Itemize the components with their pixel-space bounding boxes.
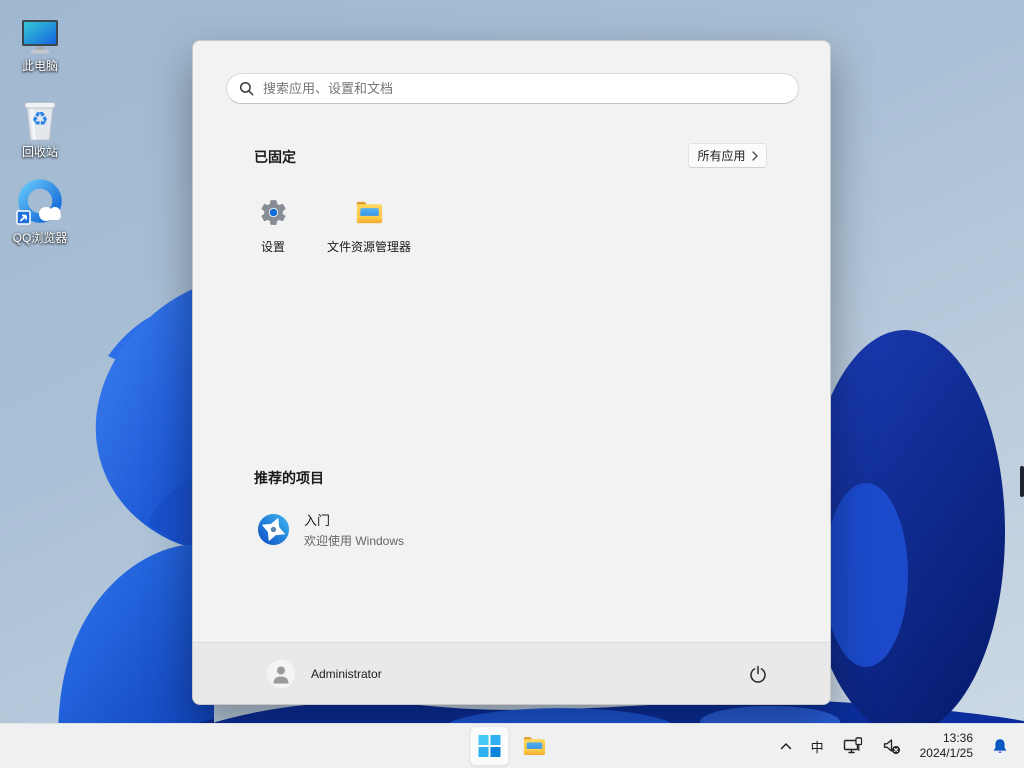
qq-browser-icon	[15, 179, 65, 228]
desktop-icon-this-pc[interactable]: 此电脑	[4, 8, 76, 73]
recommended-item-get-started[interactable]: 入门 欢迎使用 Windows	[241, 503, 541, 555]
chevron-right-icon	[751, 150, 758, 161]
recommended-item-title: 入门	[304, 512, 331, 528]
settings-gear-icon	[260, 200, 286, 225]
hidden-icons-button[interactable]	[777, 739, 795, 753]
windows-logo-icon	[478, 735, 501, 757]
notification-bell-icon	[993, 738, 1007, 753]
speaker-muted-icon	[883, 739, 900, 754]
desktop-icon-qq-browser[interactable]: QQ浏览器	[4, 179, 76, 246]
volume-muted-button[interactable]	[879, 734, 904, 758]
desktop-icon-label: QQ浏览器	[12, 231, 68, 246]
desktop-icon-recycle-bin[interactable]: ♻ 回收站	[4, 94, 76, 159]
recommended-section-header: 推荐的项目	[254, 470, 324, 486]
ime-indicator[interactable]: 中	[808, 734, 827, 759]
start-menu-footer: Administrator	[193, 642, 830, 704]
taskbar: 中 13:36 2024/1/25	[0, 723, 1024, 768]
start-menu: 已固定 所有应用 设置 文件资源管理器 推荐的项目	[192, 40, 831, 705]
file-explorer-icon	[523, 737, 546, 755]
recommended-item-subtitle: 欢迎使用 Windows	[304, 533, 405, 548]
taskbar-center	[469, 724, 555, 768]
ime-label: 中	[810, 739, 824, 755]
pinned-app-file-explorer[interactable]: 文件资源管理器	[321, 188, 417, 274]
desktop-icon-list: 此电脑 ♻ 回收站 QQ浏览器	[4, 8, 76, 267]
right-edge-scrollbar-thumb[interactable]	[1020, 466, 1024, 497]
pinned-app-label: 设置	[260, 240, 285, 254]
get-started-icon	[257, 513, 290, 545]
pinned-section-header: 已固定	[254, 149, 296, 165]
user-avatar	[267, 659, 295, 688]
search-icon	[239, 81, 254, 96]
this-pc-icon	[19, 8, 61, 56]
recycle-bin-icon: ♻	[20, 94, 60, 142]
pinned-app-settings[interactable]: 设置	[225, 188, 321, 274]
system-tray: 中 13:36 2024/1/25	[777, 724, 1024, 768]
all-apps-button[interactable]: 所有应用	[688, 143, 767, 168]
search-box[interactable]	[226, 73, 799, 104]
desktop-icon-label: 回收站	[21, 145, 58, 160]
power-icon	[750, 665, 766, 683]
wired-network-icon	[843, 737, 862, 754]
search-input[interactable]	[263, 81, 786, 96]
pinned-apps-grid: 设置 文件资源管理器	[225, 188, 417, 274]
desktop-icon-label: 此电脑	[21, 59, 58, 73]
taskbar-file-explorer-button[interactable]	[515, 726, 555, 766]
file-explorer-icon	[356, 201, 382, 224]
notifications-button[interactable]	[989, 735, 1011, 758]
network-status-button[interactable]	[840, 734, 866, 758]
clock[interactable]: 13:36 2024/1/25	[917, 728, 976, 764]
username-label: Administrator	[311, 666, 382, 681]
pinned-app-label: 文件资源管理器	[326, 240, 411, 254]
start-button[interactable]	[469, 726, 510, 766]
clock-time: 13:36	[942, 731, 973, 745]
chevron-up-icon	[780, 742, 791, 750]
user-account-button[interactable]: Administrator	[259, 655, 390, 693]
all-apps-label: 所有应用	[697, 149, 746, 163]
power-button[interactable]	[741, 657, 775, 691]
clock-date: 2024/1/25	[919, 746, 973, 760]
